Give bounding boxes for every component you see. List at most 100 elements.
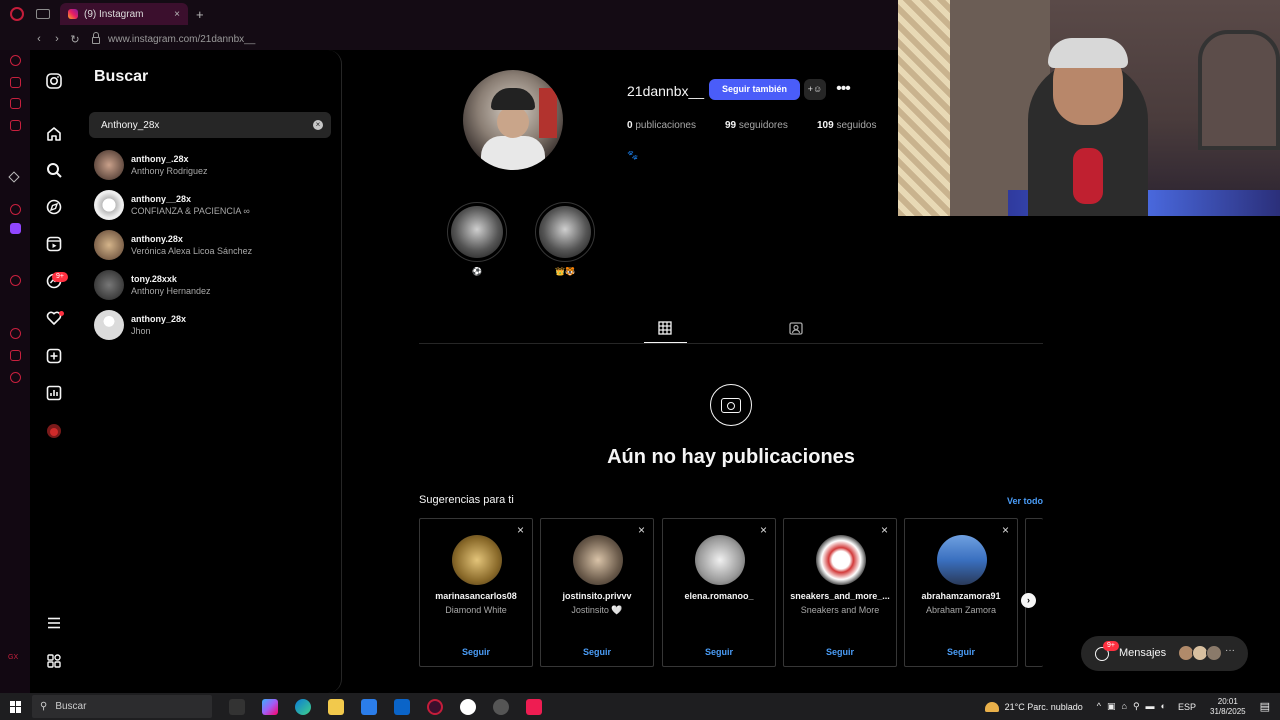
suggestion-card[interactable]: × jostinsito.privvv Jostinsito 🤍 Seguir	[540, 518, 654, 667]
suggestion-card[interactable]: × abrahamzamora91 Abraham Zamora Seguir	[904, 518, 1018, 667]
notifications-icon[interactable]: ▤	[1260, 700, 1270, 713]
reels-icon[interactable]	[45, 236, 63, 254]
search-box[interactable]: ×	[89, 112, 331, 138]
search-icon[interactable]	[45, 162, 63, 180]
posts-stat: 0 publicaciones	[627, 120, 696, 131]
following-stat[interactable]: 109 seguidos	[817, 120, 877, 131]
microsoft-store-icon[interactable]	[361, 698, 377, 715]
suggestion-username[interactable]: elena.romanoo_	[663, 591, 775, 601]
instagram-logo-icon[interactable]	[45, 73, 63, 91]
home-icon[interactable]	[45, 126, 63, 144]
follow-suggestion-button[interactable]: Seguir	[541, 647, 653, 657]
tab-close-icon[interactable]: ×	[174, 9, 180, 20]
new-tab-button[interactable]: +	[196, 7, 204, 22]
explore-icon[interactable]	[45, 199, 63, 217]
search-result-item[interactable]: anthony__28x CONFIANZA & PACIENCIA ∞	[94, 188, 324, 222]
browser-tab-instagram[interactable]: (9) Instagram ×	[60, 3, 188, 25]
see-all-link[interactable]: Ver todo	[1007, 496, 1043, 506]
player-icon[interactable]	[10, 275, 21, 286]
messenger-icon[interactable]	[10, 98, 21, 109]
twitch-icon[interactable]	[10, 223, 21, 234]
dashboard-icon[interactable]	[45, 385, 63, 403]
settings-icon[interactable]	[10, 372, 21, 383]
crypto-wallet-icon[interactable]	[10, 77, 21, 88]
apps-grid-icon[interactable]	[45, 653, 63, 671]
dismiss-suggestion-icon[interactable]: ×	[517, 523, 524, 537]
messages-label: Mensajes	[1119, 647, 1167, 659]
forward-arrow-icon[interactable]: ›	[48, 33, 66, 45]
message-avatar	[1206, 645, 1222, 661]
suggestion-username[interactable]: jostinsito.privvv	[541, 591, 653, 601]
back-arrow-icon[interactable]: ‹	[30, 33, 48, 45]
suggestion-card[interactable]: × marinasancarlos08 Diamond White Seguir	[419, 518, 533, 667]
posts-grid-icon[interactable]	[657, 321, 673, 337]
reload-icon[interactable]: ↻	[66, 33, 84, 46]
followers-stat[interactable]: 99 seguidores	[725, 120, 788, 131]
menu-hamburger-icon[interactable]	[45, 615, 63, 633]
dismiss-suggestion-icon[interactable]: ×	[1002, 523, 1009, 537]
follow-suggestion-button[interactable]: Seguir	[663, 647, 775, 657]
edge-icon[interactable]	[295, 698, 311, 715]
more-options-icon[interactable]: •••	[833, 78, 853, 99]
suggestion-avatar[interactable]	[573, 535, 623, 585]
search-result-item[interactable]: tony.28xxk Anthony Hernandez	[94, 268, 324, 302]
suggestion-username[interactable]: abrahamzamora91	[905, 591, 1017, 601]
github-icon[interactable]	[460, 698, 476, 715]
dismiss-suggestion-icon[interactable]: ×	[638, 523, 645, 537]
clock[interactable]: 20:01 31/8/2025	[1210, 697, 1246, 717]
story-highlight[interactable]	[535, 202, 595, 262]
outlook-icon[interactable]	[394, 698, 410, 715]
copilot-icon[interactable]	[262, 698, 278, 715]
follow-suggestion-button[interactable]: Seguir	[905, 647, 1017, 657]
search-result-item[interactable]: anthony_.28x Anthony Rodriguez	[94, 148, 324, 182]
dismiss-suggestion-icon[interactable]: ×	[881, 523, 888, 537]
suggestion-card[interactable]: × elena.romanoo_ Seguir	[662, 518, 776, 667]
tray-icons[interactable]: ^▣⌂⚲▬◐	[1097, 701, 1172, 712]
aria-icon[interactable]	[10, 55, 21, 66]
messages-badge: 9+	[1103, 641, 1119, 651]
search-input[interactable]	[101, 117, 301, 133]
arrow-app-icon[interactable]	[8, 171, 20, 183]
language-indicator[interactable]: ESP	[1178, 702, 1196, 712]
opera-gx-icon[interactable]	[427, 698, 443, 715]
weather-icon	[984, 701, 999, 712]
task-view-icon[interactable]	[229, 698, 245, 715]
clear-search-icon[interactable]: ×	[313, 120, 323, 130]
search-result-item[interactable]: anthony_28x Jhon	[94, 308, 324, 342]
extensions-icon[interactable]	[10, 350, 21, 361]
suggest-user-icon[interactable]: +☺	[804, 79, 826, 100]
suggestion-avatar[interactable]	[937, 535, 987, 585]
suggestion-avatar[interactable]	[816, 535, 866, 585]
gx-icon[interactable]: GX	[8, 654, 24, 665]
create-icon[interactable]	[45, 348, 63, 366]
follow-back-button[interactable]: Seguir también	[709, 79, 800, 100]
lock-icon	[92, 31, 100, 44]
story-highlight[interactable]	[447, 202, 507, 262]
sidebar-dot-icon[interactable]	[10, 204, 21, 215]
opera-logo-icon[interactable]	[10, 7, 24, 21]
suggestion-avatar[interactable]	[695, 535, 745, 585]
windows-start-icon[interactable]	[10, 700, 22, 713]
url-field[interactable]: www.instagram.com/21dannbx__	[108, 34, 255, 45]
suggestion-avatar[interactable]	[452, 535, 502, 585]
search-result-item[interactable]: anthony.28x Verónica Alexa Licoa Sánchez	[94, 228, 324, 262]
gmail-icon[interactable]	[10, 120, 21, 131]
history-icon[interactable]	[10, 328, 21, 339]
chevron-right-icon[interactable]: ›	[1021, 593, 1036, 608]
suggestion-card[interactable]: × sneakers_and_more_... Sneakers and Mor…	[783, 518, 897, 667]
suggestion-username[interactable]: sneakers_and_more_...	[784, 591, 896, 601]
profile-picture[interactable]	[463, 70, 563, 170]
obs-icon[interactable]	[493, 698, 509, 715]
profile-avatar-icon[interactable]	[45, 423, 63, 441]
file-explorer-icon[interactable]	[328, 698, 344, 715]
dismiss-suggestion-icon[interactable]: ×	[760, 523, 767, 537]
tagged-icon[interactable]	[788, 321, 804, 337]
tab-islands-icon[interactable]	[36, 9, 50, 19]
suggestion-username[interactable]: marinasancarlos08	[420, 591, 532, 601]
weather-text[interactable]: 21°C Parc. nublado	[1005, 702, 1083, 712]
messages-pill[interactable]: 9+ Mensajes ···	[1081, 636, 1248, 671]
tiktok-icon[interactable]	[526, 698, 542, 715]
follow-suggestion-button[interactable]: Seguir	[420, 647, 532, 657]
follow-suggestion-button[interactable]: Seguir	[784, 647, 896, 657]
taskbar-search[interactable]: ⚲ Buscar	[32, 695, 212, 718]
